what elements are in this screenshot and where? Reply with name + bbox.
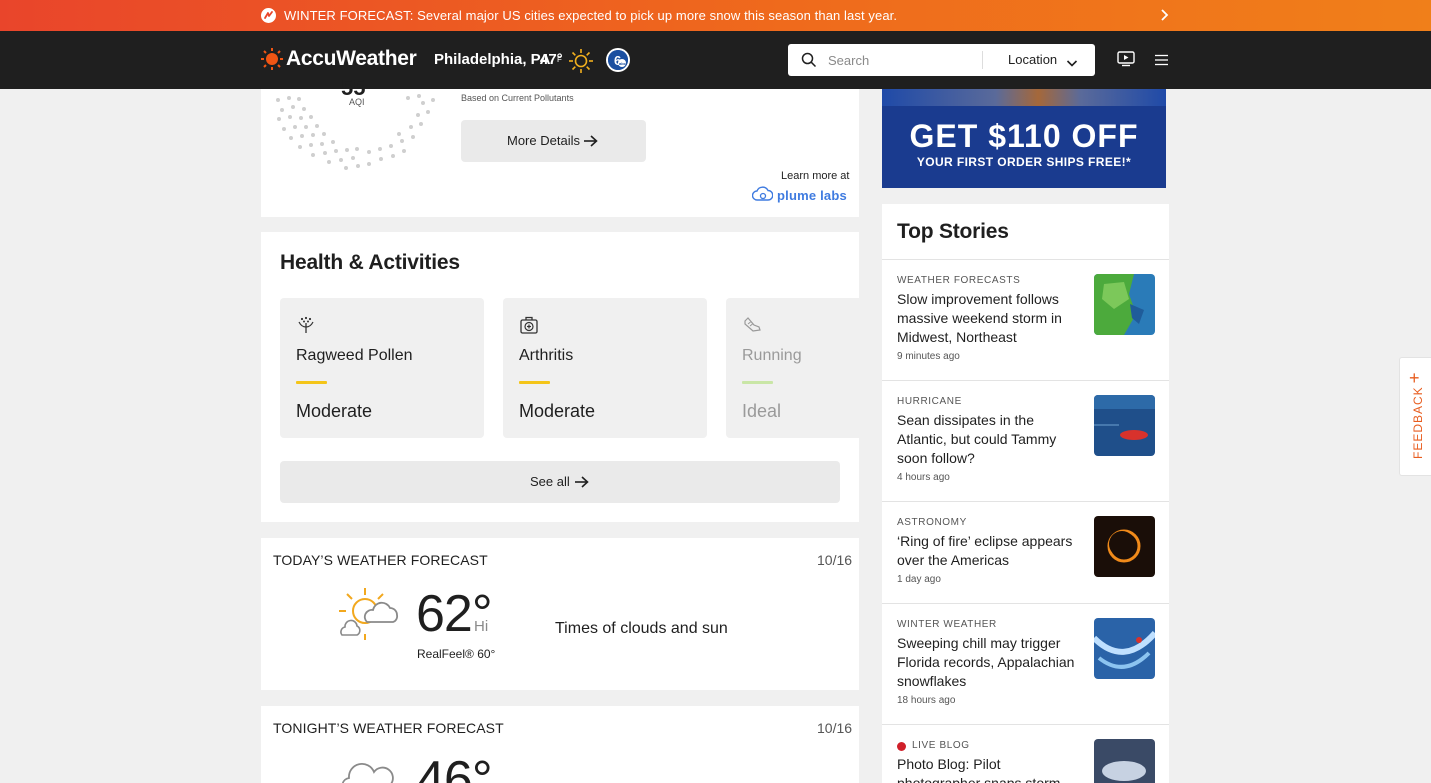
temp-unit: F [557, 55, 562, 64]
feedback-tab[interactable]: + FEEDBACK [1399, 357, 1431, 476]
arrow-right-icon [575, 476, 589, 488]
winter-forecast-banner[interactable]: WINTER FORECAST: Several major US cities… [0, 0, 1431, 31]
story-thumbnail-map[interactable] [1094, 274, 1155, 335]
location-dropdown-label[interactable]: Location [1008, 52, 1057, 67]
learn-more-text: Learn more at [781, 170, 850, 182]
story-item[interactable]: HURRICANE Sean dissipates in the Atlanti… [882, 380, 1169, 501]
air-quality-card: 55 AQI Based on Current Pollutants More … [261, 75, 859, 217]
health-activities-card: Health & Activities Ragweed Pollen Moder… [261, 232, 859, 522]
level-indicator-bar [742, 381, 773, 384]
story-thumbnail-winter-map[interactable] [1094, 618, 1155, 679]
search-bar: Location [788, 44, 1095, 76]
brand-name[interactable]: AccuWeather [286, 47, 417, 71]
plus-icon: + [1409, 368, 1420, 388]
health-activities-title: Health & Activities [280, 251, 460, 274]
aqi-based-on: Based on Current Pollutants [461, 93, 574, 103]
story-age: 9 minutes ago [897, 351, 960, 362]
story-item[interactable]: LIVE BLOG Photo Blog: Pilot photographer… [882, 724, 1169, 783]
tonight-forecast-date: 10/16 [817, 720, 853, 736]
today-description: Times of clouds and sun [555, 620, 728, 637]
see-all-button[interactable]: See all [280, 461, 840, 503]
top-stories-title: Top Stories [897, 220, 1009, 243]
story-age: 18 hours ago [897, 695, 956, 706]
today-forecast-title: TODAY’S WEATHER FORECAST [273, 552, 488, 568]
more-details-button[interactable]: More Details [461, 120, 646, 162]
story-headline[interactable]: Photo Blog: Pilot photographer snaps sto… [897, 755, 1082, 783]
svg-text:abc: abc [619, 61, 627, 66]
arthritis-icon [519, 315, 539, 340]
ad-headline: GET $110 OFF [909, 118, 1139, 154]
tonight-forecast-title: TONIGHT’S WEATHER FORECAST [273, 720, 504, 736]
plume-labs-link[interactable]: plume labs [777, 188, 847, 203]
ragweed-icon [296, 315, 316, 340]
plume-labs-icon[interactable] [751, 186, 774, 207]
story-category: WINTER WEATHER [897, 619, 997, 630]
story-item[interactable]: WEATHER FORECASTS Slow improvement follo… [882, 259, 1169, 380]
story-headline[interactable]: Sweeping chill may trigger Florida recor… [897, 634, 1082, 691]
health-tile-level: Ideal [742, 401, 782, 421]
today-forecast-date: 10/16 [817, 552, 853, 568]
video-icon[interactable] [1117, 51, 1135, 72]
ad-subline: YOUR FIRST ORDER SHIPS FREE!* [916, 155, 1132, 169]
level-indicator-bar [519, 381, 550, 384]
advertisement-banner[interactable]: GET $110 OFF YOUR FIRST ORDER SHIPS FREE… [882, 89, 1166, 188]
top-stories-panel: Top Stories WEATHER FORECASTS Slow impro… [882, 204, 1169, 783]
search-icon[interactable] [801, 52, 817, 73]
health-tile-name: Running [742, 347, 802, 364]
story-headline[interactable]: ‘Ring of fire’ eclipse appears over the … [897, 532, 1082, 570]
feedback-label: FEEDBACK [1411, 386, 1425, 459]
aqi-label: AQI [349, 97, 365, 107]
health-tile-name: Arthritis [519, 347, 574, 364]
running-shoe-icon [742, 315, 762, 340]
story-item[interactable]: WINTER WEATHER Sweeping chill may trigge… [882, 603, 1169, 724]
ad-image-strip [882, 89, 1166, 106]
today-realfeel: RealFeel® 60° [417, 647, 496, 661]
health-tile-running[interactable]: Running Ideal [726, 298, 859, 438]
today-hi-label: Hi [474, 618, 489, 635]
cloudy-night-icon [339, 754, 395, 783]
today-high-temp: 62° [416, 585, 493, 643]
story-thumbnail-storm-photo[interactable] [1094, 739, 1155, 783]
story-age: 1 day ago [897, 574, 941, 585]
tonight-forecast-card[interactable]: TONIGHT’S WEATHER FORECAST 10/16 46° [261, 706, 859, 783]
current-city[interactable]: Philadelphia, PA [434, 51, 550, 68]
health-tile-arthritis[interactable]: Arthritis Moderate [503, 298, 707, 438]
chevron-right-icon[interactable] [1159, 7, 1171, 26]
affiliate-logo-icon[interactable]: 6abc 6 abc [606, 48, 630, 72]
story-category: WEATHER FORECASTS [897, 275, 1021, 286]
search-input[interactable] [828, 50, 978, 70]
more-details-label: More Details [507, 133, 580, 148]
arrow-right-icon [584, 135, 598, 147]
story-category: HURRICANE [897, 396, 962, 407]
level-indicator-bar [296, 381, 327, 384]
story-thumbnail-hurricane[interactable] [1094, 395, 1155, 456]
story-headline[interactable]: Sean dissipates in the Atlantic, but cou… [897, 411, 1082, 468]
sunny-icon [568, 48, 594, 79]
see-all-label: See all [530, 474, 570, 489]
health-tile-ragweed[interactable]: Ragweed Pollen Moderate [280, 298, 484, 438]
search-divider [982, 51, 983, 69]
chevron-down-icon[interactable] [1066, 55, 1078, 73]
story-thumbnail-eclipse[interactable] [1094, 516, 1155, 577]
partly-sunny-icon [337, 584, 399, 651]
story-age: 4 hours ago [897, 472, 950, 483]
site-header: AccuWeather Philadelphia, PA 47° F 6 abc … [0, 31, 1431, 89]
today-forecast-card[interactable]: TODAY’S WEATHER FORECAST 10/16 62° Hi Re… [261, 538, 859, 690]
live-indicator-icon [897, 742, 906, 751]
health-tile-level: Moderate [519, 401, 596, 421]
tonight-low-temp: 46° [416, 751, 493, 783]
hamburger-menu-icon[interactable] [1155, 53, 1168, 71]
accuweather-logo-icon[interactable] [261, 48, 283, 75]
alert-icon [261, 8, 276, 23]
health-tile-name: Ragweed Pollen [296, 347, 413, 364]
story-item[interactable]: ASTRONOMY ‘Ring of fire’ eclipse appears… [882, 501, 1169, 603]
banner-text: WINTER FORECAST: Several major US cities… [284, 8, 898, 23]
story-headline[interactable]: Slow improvement follows massive weekend… [897, 290, 1082, 347]
health-tile-level: Moderate [296, 401, 373, 421]
story-category: LIVE BLOG [912, 740, 970, 751]
story-category: ASTRONOMY [897, 517, 967, 528]
